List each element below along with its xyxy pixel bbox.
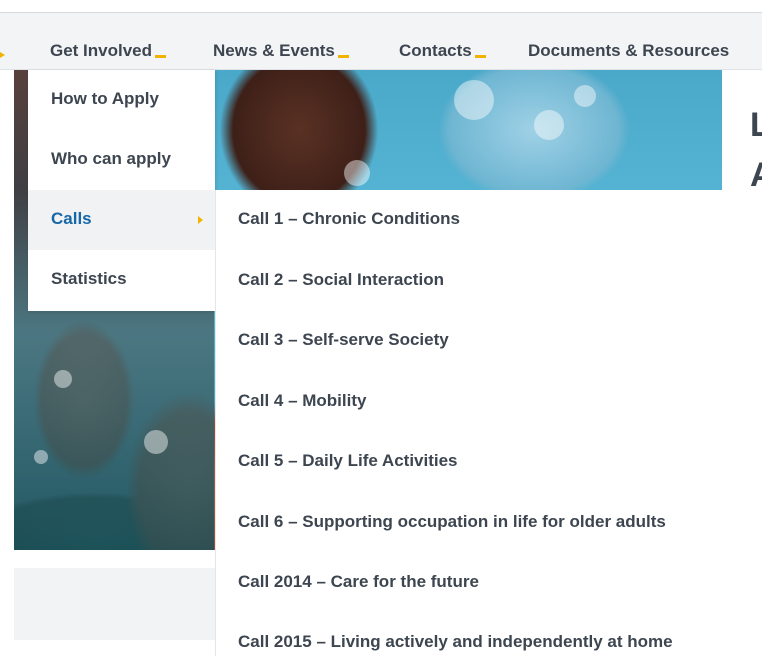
nav-item-news-events[interactable]: News & Events [213,41,349,61]
dropdown-item-label: Calls [51,209,92,228]
nav-item-label: News & Events [213,41,335,60]
main-navigation: Get Involved News & Events Contacts Docu… [0,13,762,70]
nav-item-contacts[interactable]: Contacts [399,41,486,61]
caret-down-icon [155,55,167,58]
dropdown-item-how-to-apply[interactable]: How to Apply [28,70,215,130]
water-droplet [574,85,596,107]
calls-submenu: Call 1 – Chronic Conditions Call 2 – Soc… [215,190,762,656]
submenu-item-call-1[interactable]: Call 1 – Chronic Conditions [238,209,460,229]
hero-title-partial: L A [722,70,762,194]
submenu-item-call-3[interactable]: Call 3 – Self-serve Society [238,330,449,350]
dropdown-item-label: How to Apply [51,89,159,108]
water-droplet [454,80,494,120]
water-droplet [344,160,370,186]
content-band [14,550,216,656]
content-band-stripe [14,568,216,640]
dropdown-item-statistics[interactable]: Statistics [28,250,215,310]
dropdown-item-who-can-apply[interactable]: Who can apply [28,130,215,190]
hero-title-letter: L [750,106,762,144]
dropdown-item-label: Statistics [51,269,127,288]
submenu-item-call-6[interactable]: Call 6 – Supporting occupation in life f… [238,512,666,532]
submenu-item-call-2[interactable]: Call 2 – Social Interaction [238,270,444,290]
water-droplet [144,430,168,454]
chevron-right-icon [198,216,203,224]
nav-item-label: Documents & Resources [528,41,730,60]
caret-right-icon[interactable] [0,52,5,58]
caret-down-icon [337,55,349,58]
submenu-item-call-4[interactable]: Call 4 – Mobility [238,391,366,411]
submenu-item-call-2014[interactable]: Call 2014 – Care for the future [238,572,479,592]
nav-item-label: Contacts [399,41,472,60]
dropdown-item-calls[interactable]: Calls [28,190,215,250]
nav-item-label: Get Involved [50,41,153,60]
nav-item-documents-resources[interactable]: Documents & Resources [528,41,729,61]
get-involved-dropdown: How to Apply Who can apply Calls Statist… [28,70,215,311]
water-droplet [34,450,48,464]
water-droplet [534,110,564,140]
submenu-item-call-5[interactable]: Call 5 – Daily Life Activities [238,451,458,471]
nav-item-get-involved[interactable]: Get Involved [50,41,167,61]
dropdown-item-label: Who can apply [51,149,171,168]
caret-down-icon [474,55,486,58]
submenu-item-call-2015[interactable]: Call 2015 – Living actively and independ… [238,632,673,652]
water-droplet [54,370,72,388]
